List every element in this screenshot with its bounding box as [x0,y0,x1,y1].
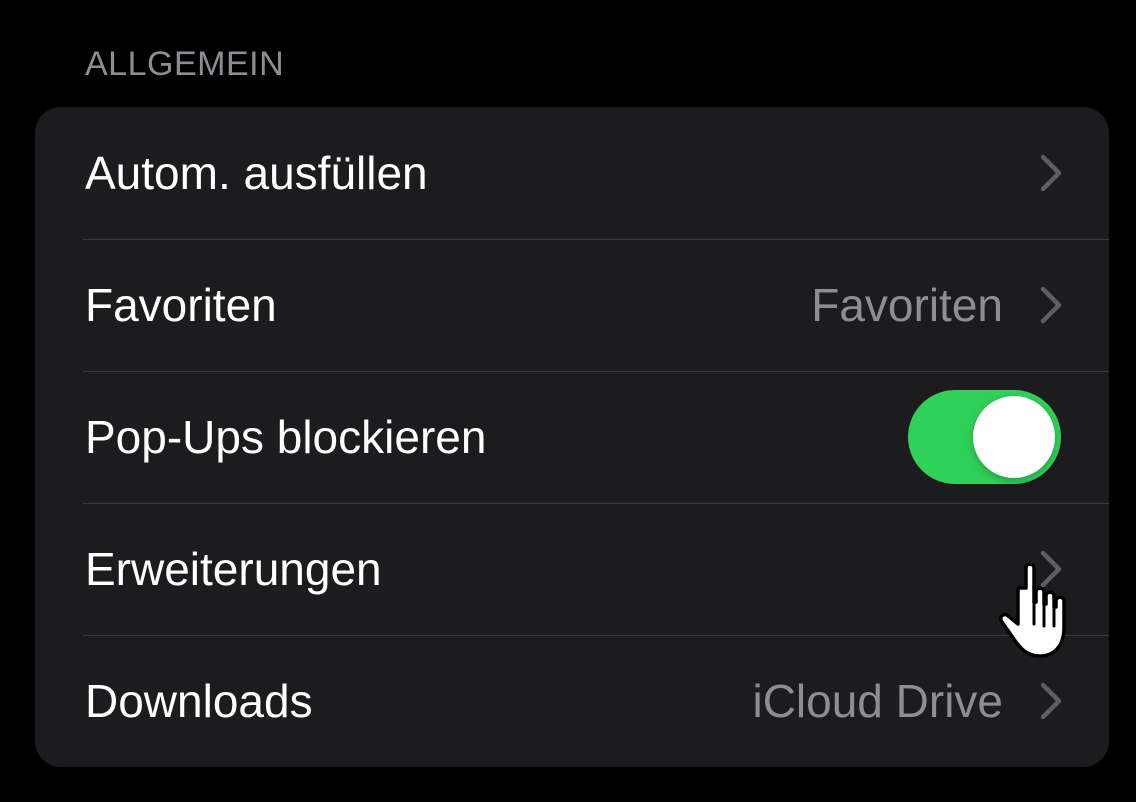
toggle-knob [973,396,1055,478]
row-favorites[interactable]: Favoriten Favoriten [35,239,1109,371]
chevron-right-icon [1040,154,1062,192]
row-autofill-label: Autom. ausfüllen [85,147,428,199]
settings-group-general: Autom. ausfüllen Favoriten Favoriten Pop… [35,107,1109,767]
row-favorites-value: Favoriten [811,279,1003,331]
section-header-allgemein: ALLGEMEIN [85,45,285,83]
row-autofill[interactable]: Autom. ausfüllen [35,107,1109,239]
row-extensions-label: Erweiterungen [85,543,382,595]
hand-pointer-icon [999,562,1066,658]
row-downloads-label: Downloads [85,675,313,727]
block-popups-toggle[interactable] [908,390,1061,484]
row-favorites-label: Favoriten [85,279,277,331]
chevron-right-icon [1040,286,1062,324]
chevron-right-icon [1040,682,1062,720]
row-block-popups-label: Pop-Ups blockieren [85,411,487,463]
row-downloads-value: iCloud Drive [752,675,1003,727]
row-block-popups: Pop-Ups blockieren [35,371,1109,503]
row-downloads[interactable]: Downloads iCloud Drive [35,635,1109,767]
row-extensions[interactable]: Erweiterungen [35,503,1109,635]
